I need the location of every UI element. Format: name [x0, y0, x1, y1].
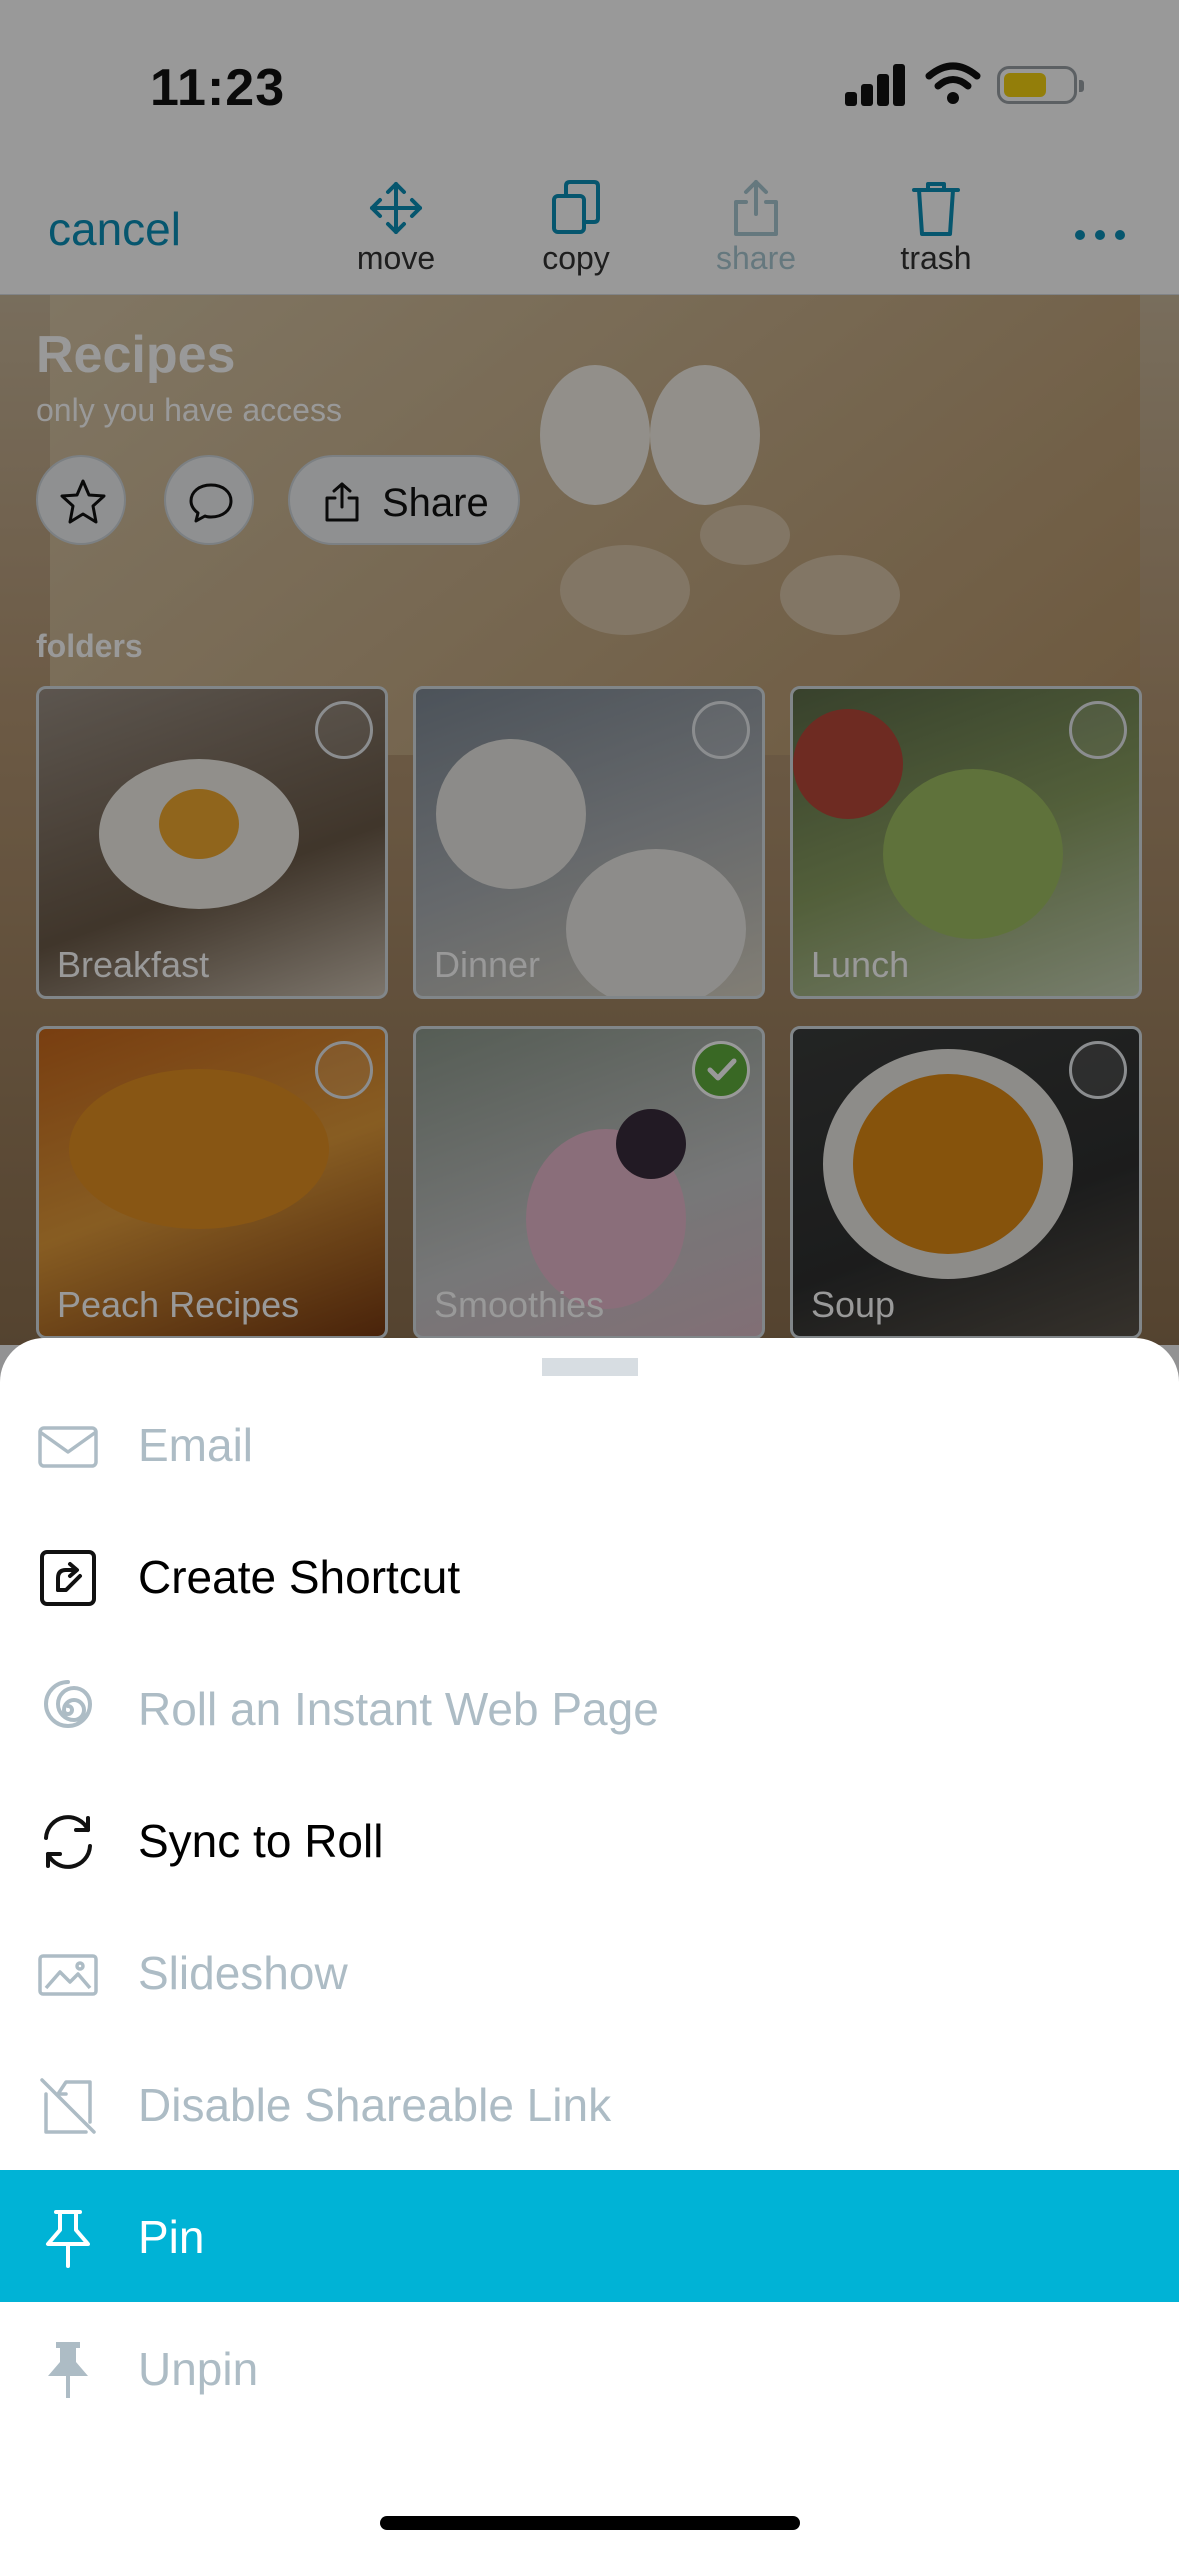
menu-item-disable-shareable-link[interactable]: Disable Shareable Link	[0, 2038, 1179, 2170]
menu-item-label: Unpin	[138, 2343, 259, 2395]
menu-item-create-shortcut[interactable]: Create Shortcut	[0, 1510, 1179, 1642]
menu-item-pin[interactable]: Pin	[0, 2170, 1179, 2302]
shortcut-icon	[40, 1550, 96, 1606]
menu-item-roll-instant-web-page[interactable]: Roll an Instant Web Page	[0, 1642, 1179, 1774]
menu-item-label: Slideshow	[138, 1947, 348, 1999]
image-icon	[38, 1954, 98, 1996]
envelope-icon	[38, 1426, 98, 1468]
pin-icon	[46, 2210, 90, 2268]
link-off-icon	[40, 2078, 96, 2134]
spiral-icon	[44, 1680, 93, 1728]
menu-item-label: Email	[138, 1419, 254, 1471]
sheet-grabber[interactable]	[542, 1358, 638, 1376]
menu-item-label: Disable Shareable Link	[138, 2079, 612, 2131]
menu-item-email[interactable]: Email	[0, 1378, 1179, 1510]
unpin-icon	[48, 2342, 88, 2398]
menu-item-label: Pin	[138, 2211, 205, 2263]
menu-item-label: Sync to Roll	[138, 1815, 384, 1867]
menu-item-label: Roll an Instant Web Page	[138, 1683, 659, 1735]
menu-item-unpin[interactable]: Unpin	[0, 2302, 1179, 2434]
menu-item-slideshow[interactable]: Slideshow	[0, 1906, 1179, 2038]
menu-item-label: Create Shortcut	[138, 1551, 461, 1603]
menu-item-sync-to-roll[interactable]: Sync to Roll	[0, 1774, 1179, 1906]
action-sheet: Email Create Shortcut Roll an Instant We…	[0, 1338, 1179, 2556]
home-indicator[interactable]	[380, 2516, 800, 2530]
sync-icon	[44, 1815, 92, 1869]
